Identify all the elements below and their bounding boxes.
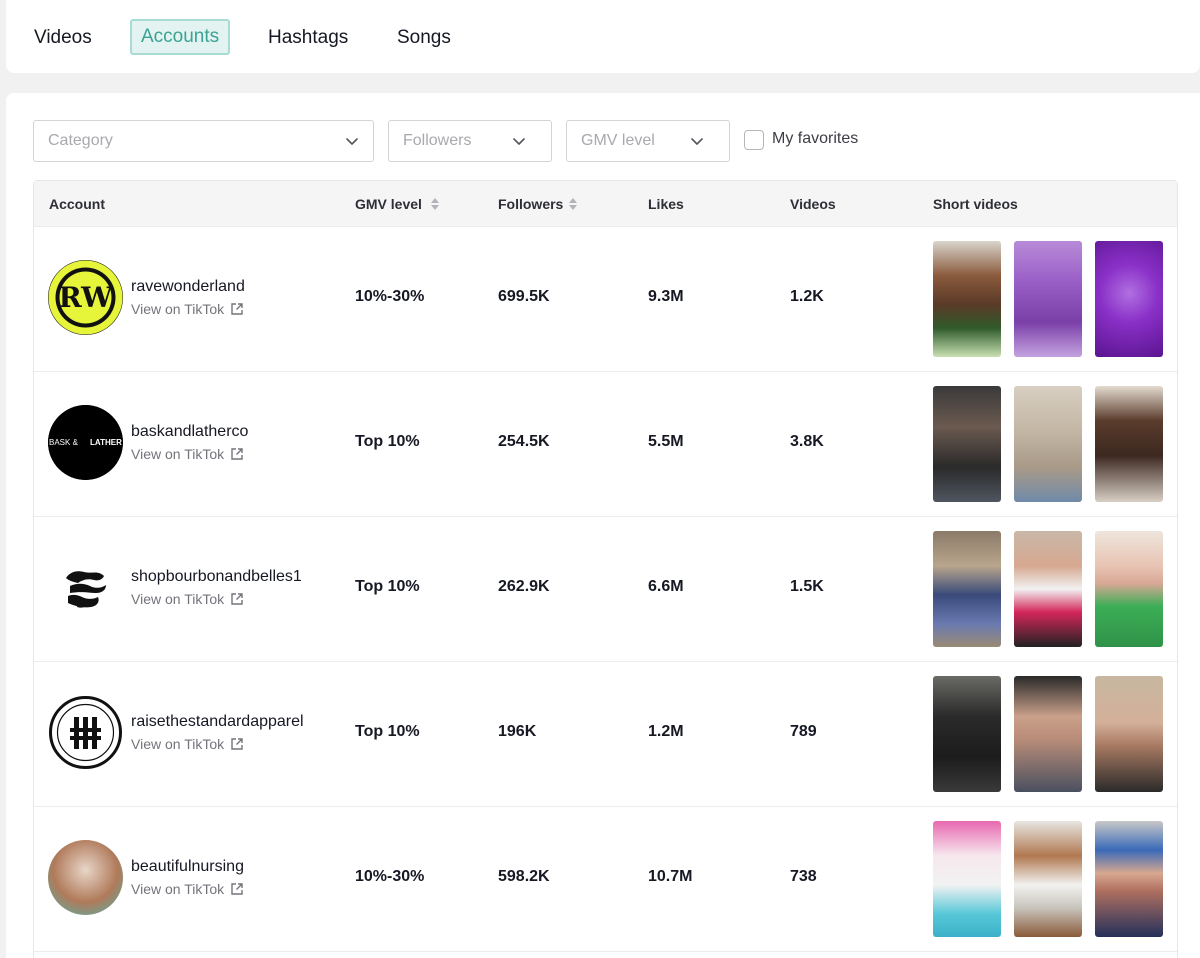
avatar[interactable]: RW — [48, 260, 123, 335]
video-thumbnail[interactable] — [1014, 676, 1082, 792]
avatar[interactable] — [48, 840, 123, 915]
video-thumbnail[interactable] — [1014, 531, 1082, 647]
videos-value: 1.5K — [790, 578, 824, 595]
video-thumbnail[interactable] — [1014, 821, 1082, 937]
svg-text:RW: RW — [58, 281, 113, 314]
view-on-tiktok-link[interactable]: View on TikTok — [131, 591, 244, 607]
videos-value: 738 — [790, 868, 817, 885]
account-name[interactable]: beautifulnursing — [131, 858, 244, 876]
video-thumbnail[interactable] — [933, 821, 1001, 937]
gmv-level-value: 10%-30% — [355, 868, 425, 885]
sort-arrows-icon[interactable] — [430, 196, 440, 212]
tab-videos[interactable]: Videos — [24, 19, 102, 55]
followers-value: 254.5K — [498, 433, 550, 450]
svg-text:BASK &: BASK & — [49, 438, 79, 447]
avatar[interactable] — [48, 550, 123, 625]
column-followers[interactable]: Followers — [498, 196, 563, 212]
video-thumbnail[interactable] — [1095, 821, 1163, 937]
view-on-tiktok-label: View on TikTok — [131, 446, 225, 462]
chevron-down-icon — [691, 138, 703, 145]
gmv-level-value: Top 10% — [355, 433, 420, 450]
video-thumbnail[interactable] — [1095, 241, 1163, 357]
accounts-panel: Category Followers GMV level My favorite… — [6, 93, 1200, 958]
video-thumbnail[interactable] — [933, 241, 1001, 357]
gmv-level-value: Top 10% — [355, 578, 420, 595]
table-row: RW ravewonderland View on TikTok 10%-30%… — [34, 227, 1177, 372]
likes-value: 6.6M — [648, 578, 684, 595]
video-thumbnail[interactable] — [1095, 531, 1163, 647]
ravewonderland-logo: RW — [48, 260, 123, 335]
video-thumbnail[interactable] — [1095, 676, 1163, 792]
table-header: Account GMV level Followers Likes Videos… — [34, 181, 1177, 227]
followers-value: 598.2K — [498, 868, 550, 885]
account-name[interactable]: baskandlatherco — [131, 423, 248, 441]
table-row: shopbourbonandbelles1 View on TikTok Top… — [34, 517, 1177, 662]
tab-accounts[interactable]: Accounts — [130, 19, 231, 55]
likes-value: 10.7M — [648, 868, 693, 885]
account-name[interactable]: raisethestandardapparel — [131, 713, 304, 731]
column-account: Account — [49, 196, 105, 212]
gmv-level-placeholder: GMV level — [581, 132, 655, 149]
view-on-tiktok-link[interactable]: View on TikTok — [131, 881, 244, 897]
account-name[interactable]: shopbourbonandbelles1 — [131, 568, 302, 586]
view-on-tiktok-link[interactable]: View on TikTok — [131, 301, 244, 317]
view-on-tiktok-link[interactable]: View on TikTok — [131, 736, 244, 752]
external-link-icon — [231, 883, 243, 895]
category-select[interactable]: Category — [33, 120, 374, 162]
account-name[interactable]: ravewonderland — [131, 278, 245, 296]
chevron-down-icon — [346, 138, 358, 145]
video-thumbnail[interactable] — [1095, 386, 1163, 502]
checkbox-box[interactable] — [744, 130, 764, 150]
category-placeholder: Category — [48, 132, 113, 149]
video-thumbnail[interactable] — [1014, 241, 1082, 357]
my-favorites-label: My favorites — [772, 130, 859, 147]
table-row: raisethestandardapparel View on TikTok T… — [34, 662, 1177, 807]
video-thumbnail[interactable] — [933, 676, 1001, 792]
table-row: BASK & LATHER baskandlatherco View on Ti… — [34, 372, 1177, 517]
gmv-level-select[interactable]: GMV level — [566, 120, 730, 162]
tab-bar: Videos Accounts Hashtags Songs — [6, 0, 1200, 73]
column-short-videos: Short videos — [933, 196, 1018, 212]
likes-value: 5.5M — [648, 433, 684, 450]
raise-the-standard-logo — [49, 696, 122, 769]
likes-value: 9.3M — [648, 288, 684, 305]
videos-value: 1.2K — [790, 288, 824, 305]
svg-text:LATHER: LATHER — [90, 438, 122, 447]
view-on-tiktok-label: View on TikTok — [131, 591, 225, 607]
video-thumbnail[interactable] — [1014, 386, 1082, 502]
followers-value: 699.5K — [498, 288, 550, 305]
likes-value: 1.2M — [648, 723, 684, 740]
baskandlather-logo: BASK & LATHER — [48, 405, 123, 480]
video-thumbnail[interactable] — [933, 386, 1001, 502]
tab-hashtags[interactable]: Hashtags — [258, 19, 358, 55]
column-gmv-level[interactable]: GMV level — [355, 196, 422, 212]
followers-value: 196K — [498, 723, 537, 740]
gmv-level-value: Top 10% — [355, 723, 420, 740]
view-on-tiktok-label: View on TikTok — [131, 881, 225, 897]
video-thumbnail[interactable] — [933, 531, 1001, 647]
gmv-level-value: 10%-30% — [355, 288, 425, 305]
avatar[interactable]: BASK & LATHER — [48, 405, 123, 480]
view-on-tiktok-label: View on TikTok — [131, 736, 225, 752]
chevron-down-icon — [513, 138, 525, 145]
external-link-icon — [231, 448, 243, 460]
external-link-icon — [231, 303, 243, 315]
external-link-icon — [231, 738, 243, 750]
videos-value: 789 — [790, 723, 817, 740]
accounts-table: Account GMV level Followers Likes Videos… — [33, 180, 1178, 958]
table-row: beautifulnursing View on TikTok 10%-30% … — [34, 807, 1177, 952]
view-on-tiktok-link[interactable]: View on TikTok — [131, 446, 244, 462]
column-videos: Videos — [790, 196, 836, 212]
bourbon-and-belles-logo — [66, 571, 106, 608]
videos-value: 3.8K — [790, 433, 824, 450]
view-on-tiktok-label: View on TikTok — [131, 301, 225, 317]
followers-value: 262.9K — [498, 578, 550, 595]
followers-select[interactable]: Followers — [388, 120, 552, 162]
sort-arrows-icon[interactable] — [568, 196, 578, 212]
followers-placeholder: Followers — [403, 132, 472, 149]
column-likes: Likes — [648, 196, 684, 212]
avatar[interactable] — [48, 695, 123, 770]
external-link-icon — [231, 593, 243, 605]
tab-songs[interactable]: Songs — [387, 19, 461, 55]
